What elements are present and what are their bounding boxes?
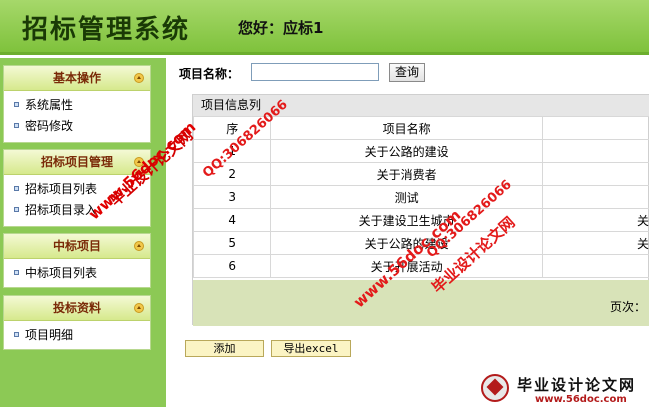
column-header-extra [541,116,649,140]
menu-item-label: 系统属性 [25,98,74,112]
sidebar: 基本操作 系统属性 密码修改 招标项目管理 招标项目列表 招标项目录入 中标项目… [0,58,166,407]
cell-name[interactable]: 关于开展活动 [270,254,543,278]
sidebar-section-tender-projects: 招标项目管理 招标项目列表 招标项目录入 [3,149,151,227]
cell-name[interactable]: 关于建设卫生城市 [270,208,543,232]
logo-url: www.56doc.com [535,394,627,405]
project-name-input[interactable] [251,63,379,81]
cell-index: 6 [192,254,272,278]
section-title-label: 基本操作 [52,71,101,85]
cell-extra: 关 [541,208,649,232]
menu-item-label: 招标项目录入 [25,203,98,217]
section-title-label: 投标资料 [52,301,101,315]
cell-extra [541,254,649,278]
export-excel-button[interactable]: 导出excel [271,340,351,357]
cell-extra [541,185,649,209]
section-title-label: 招标项目管理 [40,155,113,169]
table-header-row: 序 项目名称 [192,116,649,140]
menu-item-label: 项目明细 [25,328,74,342]
table-row[interactable]: 3 测试 [192,185,649,209]
logo-title: 毕业设计论文网 [517,376,637,394]
sidebar-section-title[interactable]: 招标项目管理 [4,150,150,175]
collapse-toggle-icon[interactable] [134,303,144,313]
cell-index: 2 [192,162,272,186]
table-row[interactable]: 1 关于公路的建设 [192,139,649,163]
project-table: 序 项目名称 1 关于公路的建设 2 关于消费者 3 测试 4 关于建设卫生城市关 5关… [192,116,649,278]
bullet-icon [14,332,19,337]
collapse-toggle-icon[interactable] [134,73,144,83]
sidebar-item-change-password[interactable]: 密码修改 [4,116,150,137]
sidebar-section-bid-materials: 投标资料 项目明细 [3,295,151,350]
query-button[interactable]: 查询 [389,63,425,82]
cell-index: 3 [192,185,272,209]
column-header-name: 项目名称 [270,116,543,140]
sidebar-item-system-properties[interactable]: 系统属性 [4,95,150,116]
bullet-icon [14,186,19,191]
table-row[interactable]: 2 关于消费者 [192,162,649,186]
sidebar-section-title[interactable]: 基本操作 [4,66,150,91]
watermark-logo: 毕业设计论文网 www.56doc.com [481,372,649,407]
menu-item-label: 招标项目列表 [25,182,98,196]
welcome-text: 您好：应标1 [238,19,324,37]
cell-name[interactable]: 测试 [270,185,543,209]
sidebar-item-project-details[interactable]: 项目明细 [4,325,150,346]
cell-index: 4 [192,208,272,232]
menu-item-label: 中标项目列表 [25,266,98,280]
table-row[interactable]: 5 关于公路的建设关 [192,231,649,255]
section-title-label: 中标项目 [52,239,101,253]
bullet-icon [14,123,19,128]
pager-label: 页次： [609,300,646,314]
sidebar-section-title[interactable]: 中标项目 [4,234,150,259]
sidebar-item-tender-list[interactable]: 招标项目列表 [4,179,150,200]
bullet-icon [14,102,19,107]
sidebar-section-basic: 基本操作 系统属性 密码修改 [3,65,151,143]
cell-extra: 关 [541,231,649,255]
project-info-panel: 项目信息列 序 项目名称 1 关于公路的建设 2 关于消费者 3 测试 4 关于建设卫生… [192,94,649,326]
collapse-toggle-icon[interactable] [134,157,144,167]
bullet-icon [14,270,19,275]
menu-item-label: 密码修改 [25,119,74,133]
sidebar-item-tender-entry[interactable]: 招标项目录入 [4,200,150,221]
sidebar-item-awarded-list[interactable]: 中标项目列表 [4,263,150,284]
search-label: 项目名称： [179,67,240,81]
cell-name[interactable]: 关于公路的建设 [270,139,543,163]
app-title: 招标管理系统 [22,15,191,45]
pager-bar: 页次： [193,280,649,326]
bullet-icon [14,207,19,212]
add-button[interactable]: 添加 [185,340,264,357]
panel-title: 项目信息列 [193,95,649,116]
app-header: 招标管理系统 您好：应标1 [0,0,649,55]
cell-index: 1 [192,139,272,163]
sidebar-section-title[interactable]: 投标资料 [4,296,150,321]
table-row[interactable]: 4 关于建设卫生城市关 [192,208,649,232]
cell-index: 5 [192,231,272,255]
logo-emblem-icon [481,374,509,402]
cell-extra [541,162,649,186]
collapse-toggle-icon[interactable] [134,241,144,251]
cell-extra [541,139,649,163]
sidebar-section-awarded-projects: 中标项目 中标项目列表 [3,233,151,288]
table-row[interactable]: 6 关于开展活动 [192,254,649,278]
column-header-index: 序 [192,116,272,140]
cell-name[interactable]: 关于消费者 [270,162,543,186]
cell-name[interactable]: 关于公路的建设 [270,231,543,255]
